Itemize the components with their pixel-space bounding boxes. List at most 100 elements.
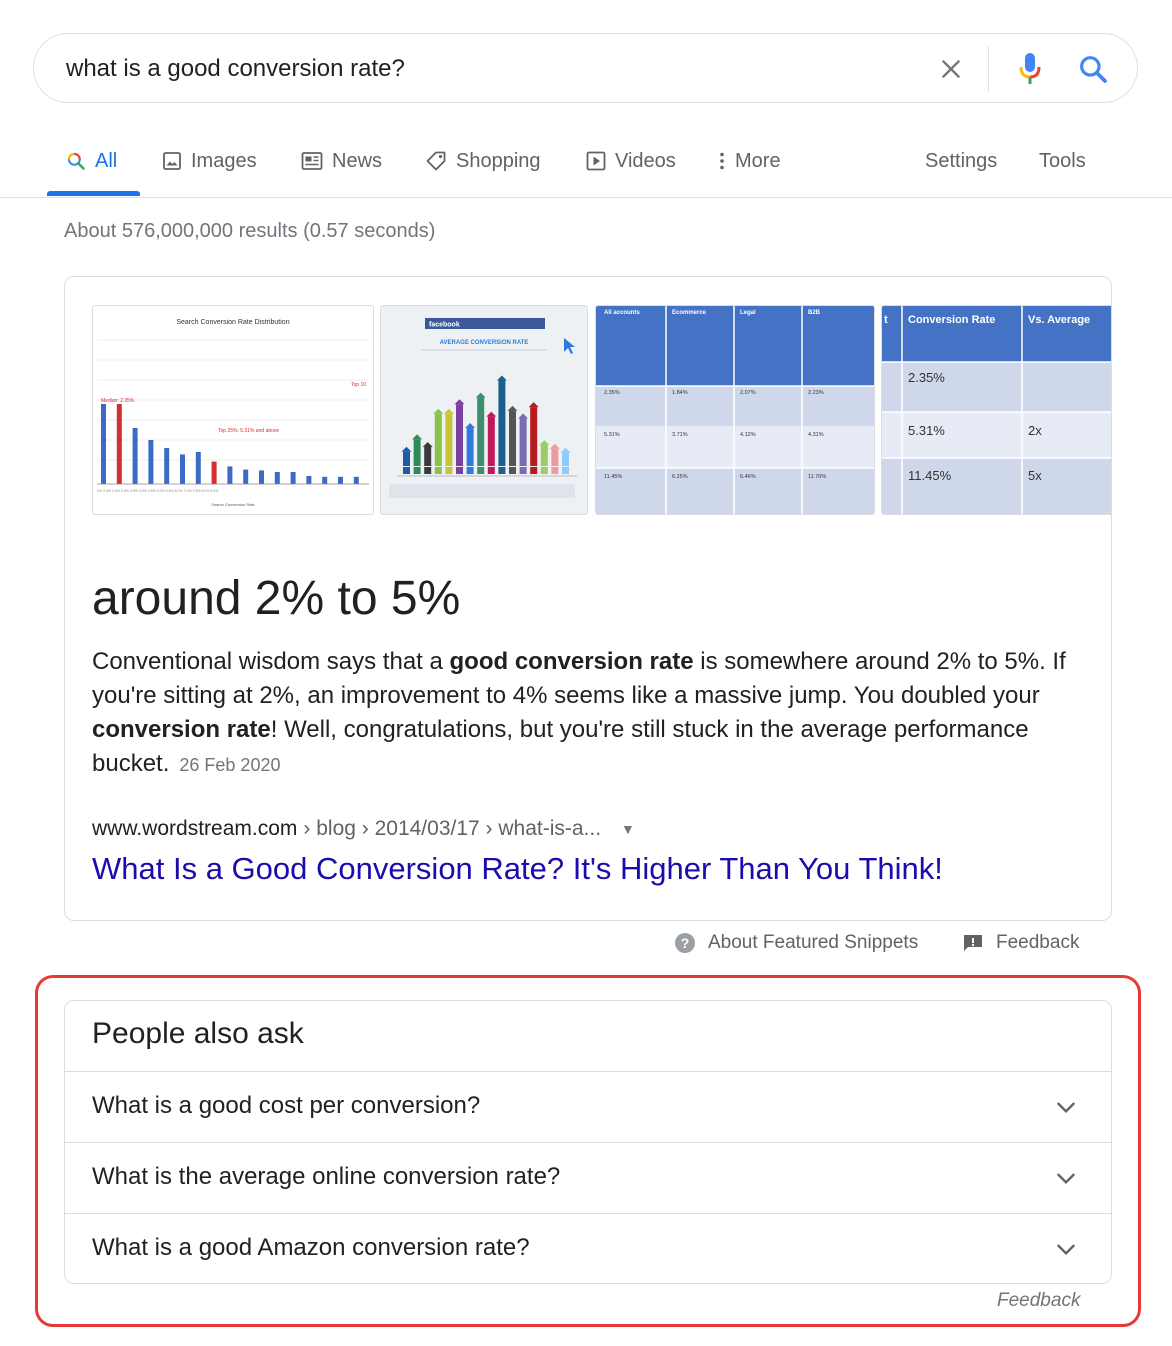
thumb3-header: Ecommerce [672, 310, 707, 316]
about-featured-snippets-link[interactable]: ? About Featured Snippets [674, 930, 918, 956]
tab-label: More [735, 149, 781, 172]
snippet-image-1[interactable]: Search Conversion Rate Distribution Medi… [92, 305, 374, 515]
tab-tools[interactable]: Tools [1039, 148, 1086, 174]
thumb-icon-tile [413, 467, 421, 474]
thumb-arrow-bar [477, 397, 485, 466]
thumb-bar [101, 404, 106, 484]
thumb3-cell: 11.45% [604, 474, 622, 480]
cite-path: › blog › 2014/03/17 › what-is-a... [303, 817, 602, 840]
thumb3-header: All accounts [604, 310, 640, 316]
table-thumbnail-2: t Conversion Rate Vs. Average 2.35% 5.31… [882, 306, 1111, 514]
thumb-bar [227, 466, 233, 484]
search-bar [33, 33, 1138, 103]
snippet-image-2[interactable]: facebook AVERAGE CONVERSION RATE [380, 305, 588, 515]
thumb3-cell: 1.84% [672, 390, 688, 396]
thumb-icon-tile [540, 467, 548, 474]
voice-search-button[interactable] [1014, 50, 1046, 88]
paa-question-text: What is the average online conversion ra… [92, 1163, 561, 1190]
thumb-arrow-bar [424, 447, 432, 466]
tab-news[interactable]: News [301, 148, 382, 174]
clear-button[interactable] [934, 54, 968, 84]
thumb-arrow-bar [403, 451, 410, 466]
thumb-bar [259, 470, 264, 484]
paa-title: People also ask [92, 1017, 304, 1050]
facebook-label: facebook [429, 322, 460, 329]
thumb-bar [164, 448, 170, 484]
feedback-icon [964, 935, 982, 951]
paa-question-text: What is a good cost per conversion? [92, 1092, 481, 1119]
snippet-date: 26 Feb 2020 [179, 755, 281, 775]
search-input[interactable] [66, 54, 896, 84]
help-circle-icon: ? [675, 933, 695, 953]
paa-feedback-link[interactable]: Feedback [997, 1290, 1080, 1312]
thumb3-cell: 2.35% [604, 390, 620, 396]
thumb-icon-tile [498, 467, 506, 474]
tab-label: Videos [615, 149, 676, 172]
thumb-icon-tile [487, 467, 495, 474]
paa-question[interactable]: What is the average online conversion ra… [65, 1142, 1111, 1213]
snippet-feedback-link[interactable]: Feedback [962, 930, 1079, 956]
thumb-icon-tile [530, 467, 538, 474]
thumb-arrow-bar [519, 418, 527, 466]
thumb3-header: Legal [740, 310, 756, 316]
thumb-bar [148, 440, 154, 484]
bar-chart-thumbnail: Search Conversion Rate Distribution Medi… [97, 319, 369, 507]
tab-videos[interactable]: Videos [586, 148, 676, 174]
thumb-arrow-bar [509, 410, 516, 466]
searchbar-divider [988, 46, 989, 92]
thumb4-cell: 5.31% [908, 423, 945, 438]
svg-text:?: ? [681, 935, 690, 951]
featured-snippet: Search Conversion Rate Distribution Medi… [64, 276, 1112, 921]
tab-more[interactable]: More [718, 148, 781, 174]
infographic-thumbnail: facebook AVERAGE CONVERSION RATE [381, 306, 587, 514]
thumb-icon-tile [424, 467, 432, 474]
thumb-arrow-bar [487, 416, 495, 466]
thumb3-cell: 5.31% [604, 432, 620, 438]
thumb-icon-tile [519, 467, 527, 474]
close-icon [942, 60, 960, 78]
tab-settings[interactable]: Settings [925, 148, 997, 174]
thumb-icon-tile [551, 467, 559, 474]
newspaper-icon [301, 152, 323, 170]
chevron-down-icon [1057, 1102, 1075, 1114]
snippet-image-3[interactable]: All accounts Ecommerce Legal B2B 2.35% 1… [595, 305, 875, 515]
paa-question[interactable]: What is a good Amazon conversion rate? [65, 1213, 1111, 1283]
tag-icon [426, 151, 446, 171]
active-tab-indicator [47, 191, 140, 196]
thumb-chart-xlabel: Search Conversion Rate [211, 502, 255, 507]
tab-label: Settings [925, 149, 998, 172]
search-tabs: All Images News Shopping Videos More Set… [0, 140, 1172, 198]
snippet-text-part: Conventional wisdom says that a [92, 648, 450, 675]
about-featured-snippets-label: About Featured Snippets [708, 932, 919, 953]
thumb3-cell: 2.07% [740, 390, 756, 396]
thumb-icon-tile [477, 467, 485, 474]
thumb-top25-label: Top 25%: 5.31% and above [218, 428, 279, 434]
thumb-arrow-bar [466, 428, 474, 466]
thumb3-cell: 6.25% [672, 474, 688, 480]
svg-text:0% 2.0% 2.5% 3.0% 3.5%: 0% 2.0% 2.5% 3.0% 3.5% 4.0% 4.5% 5.0% 5.… [97, 489, 218, 493]
tab-shopping[interactable]: Shopping [425, 148, 541, 174]
table-thumbnail-1: All accounts Ecommerce Legal B2B 2.35% 1… [596, 306, 874, 514]
microphone-icon [1019, 53, 1041, 84]
thumb4-cell: 2.35% [908, 370, 945, 385]
thumb4-header: Conversion Rate [908, 314, 995, 326]
paa-question[interactable]: What is a good cost per conversion? [65, 1071, 1111, 1142]
thumb4-header: t [884, 314, 888, 326]
cite-menu-arrow-icon[interactable]: ▼ [621, 821, 635, 837]
thumb-icon-tile [403, 467, 410, 474]
tab-all[interactable]: All [66, 148, 117, 174]
chevron-down-icon [1057, 1244, 1075, 1256]
thumb-arrow-bar [434, 413, 442, 466]
snippet-image-4[interactable]: t Conversion Rate Vs. Average 2.35% 5.31… [881, 305, 1111, 515]
tab-label: All [95, 149, 118, 172]
search-icon [1080, 56, 1107, 83]
thumb-bar [306, 476, 312, 484]
thumb-bar [338, 476, 343, 484]
search-button[interactable] [1075, 51, 1111, 87]
thumb-bar [322, 476, 328, 484]
thumb-bar [211, 461, 217, 484]
snippet-text-bold: conversion rate [92, 716, 271, 743]
thumb3-header: B2B [808, 310, 821, 316]
result-title-link[interactable]: What Is a Good Conversion Rate? It's Hig… [92, 851, 943, 887]
tab-images[interactable]: Images [162, 148, 257, 174]
